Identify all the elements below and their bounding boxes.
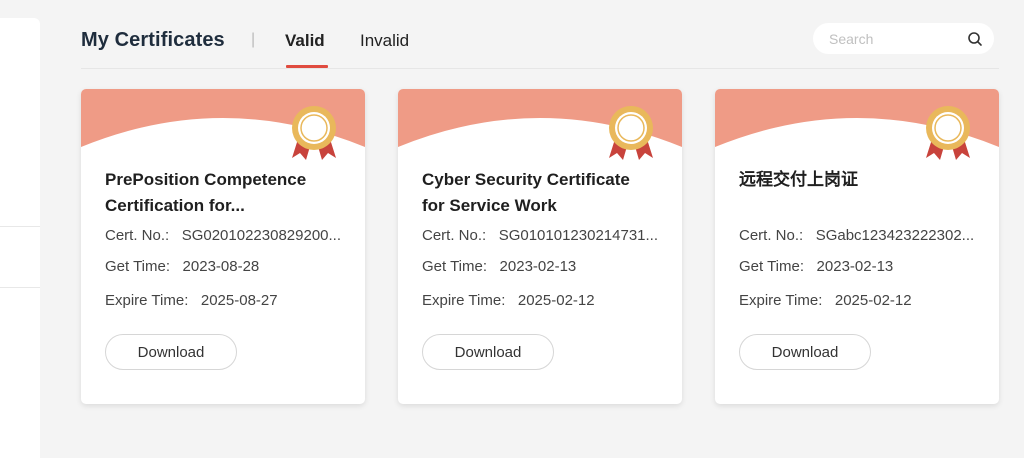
certificate-title-line: for Service Work — [422, 196, 557, 215]
expire-time-row: Expire Time: 2025-02-12 — [739, 292, 984, 309]
get-time-value: 2023-02-13 — [499, 258, 577, 275]
certificate-card: 远程交付上岗证 Cert. No.: SGabc123423222302... … — [715, 89, 999, 404]
get-time-label: Get Time: — [739, 258, 805, 275]
get-time-row: Get Time: 2023-02-13 — [739, 258, 984, 275]
expire-time-label: Expire Time: — [105, 292, 189, 309]
certificate-medal-icon — [292, 106, 336, 160]
download-button[interactable]: Download — [105, 334, 237, 370]
cert-number-row: Cert. No.: SG010101230214731... — [422, 227, 667, 244]
active-tab-indicator — [286, 65, 328, 68]
certificate-title-line: Certification for... — [105, 196, 245, 215]
certificate-card: Cyber Security Certificate for Service W… — [398, 89, 682, 404]
expire-time-value: 2025-02-12 — [834, 292, 912, 309]
title-separator: | — [251, 31, 256, 48]
expire-time-row: Expire Time: 2025-08-27 — [105, 292, 350, 309]
certificate-title: Cyber Security Certificate for Service W… — [422, 167, 662, 219]
certificate-title-line: PrePosition Competence — [105, 170, 307, 189]
certificate-title-line: Cyber Security Certificate — [422, 170, 630, 189]
tab-invalid[interactable]: Invalid — [360, 31, 409, 51]
search-box[interactable] — [813, 23, 994, 54]
expire-time-label: Expire Time: — [739, 292, 823, 309]
search-input[interactable] — [827, 29, 961, 49]
cert-number-value: SG020102230829200... — [181, 227, 342, 244]
get-time-value: 2023-02-13 — [816, 258, 894, 275]
certificate-title-line: 远程交付上岗证 — [739, 170, 858, 189]
expire-time-row: Expire Time: 2025-02-12 — [422, 292, 667, 309]
cert-number-row: Cert. No.: SG020102230829200... — [105, 227, 350, 244]
get-time-row: Get Time: 2023-08-28 — [105, 258, 350, 275]
cert-number-value: SGabc123423222302... — [815, 227, 975, 244]
search-icon[interactable] — [967, 31, 983, 47]
cert-number-label: Cert. No.: — [422, 227, 487, 244]
get-time-value: 2023-08-28 — [182, 258, 260, 275]
certificate-medal-icon — [926, 106, 970, 160]
certificate-medal-icon — [609, 106, 653, 160]
expire-time-value: 2025-08-27 — [200, 292, 278, 309]
cert-number-label: Cert. No.: — [105, 227, 170, 244]
page-header: My Certificates | Valid Invalid — [81, 0, 999, 69]
get-time-label: Get Time: — [105, 258, 171, 275]
get-time-label: Get Time: — [422, 258, 488, 275]
sidebar-divider — [0, 287, 40, 288]
get-time-row: Get Time: 2023-02-13 — [422, 258, 667, 275]
expire-time-label: Expire Time: — [422, 292, 506, 309]
certificate-title: 远程交付上岗证 — [739, 167, 979, 193]
download-button[interactable]: Download — [739, 334, 871, 370]
page-title: My Certificates — [81, 29, 225, 51]
cert-number-value: SG010101230214731... — [498, 227, 659, 244]
left-sidebar-panel — [0, 18, 40, 458]
cert-number-label: Cert. No.: — [739, 227, 804, 244]
download-button[interactable]: Download — [422, 334, 554, 370]
sidebar-divider — [0, 226, 40, 227]
certificate-title: PrePosition Competence Certification for… — [105, 167, 345, 219]
expire-time-value: 2025-02-12 — [517, 292, 595, 309]
cert-number-row: Cert. No.: SGabc123423222302... — [739, 227, 984, 244]
certificate-card: PrePosition Competence Certification for… — [81, 89, 365, 404]
tab-valid[interactable]: Valid — [285, 31, 325, 51]
